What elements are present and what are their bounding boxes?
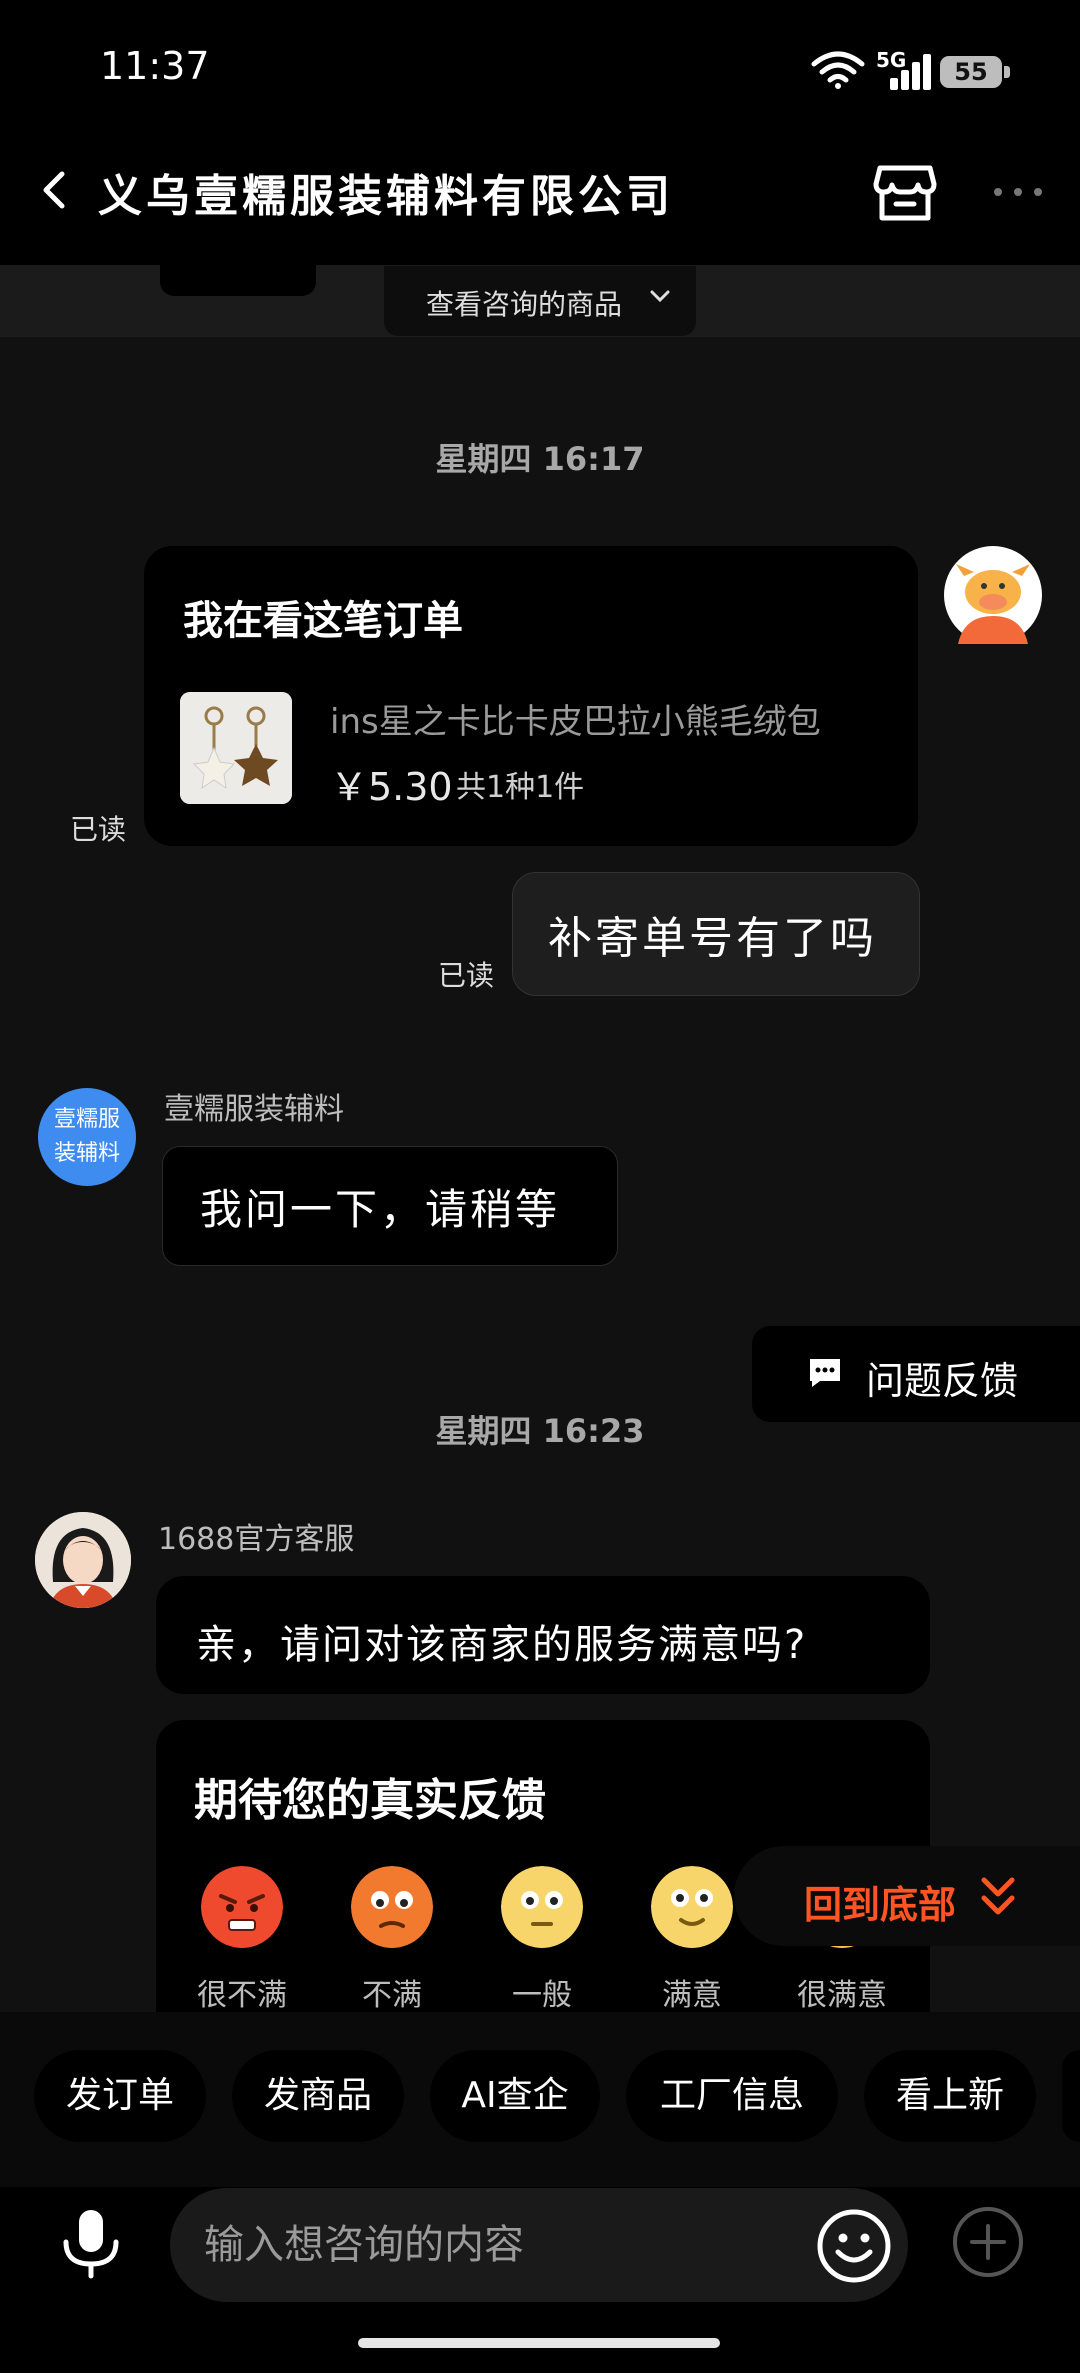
more-icon[interactable]: [992, 182, 1044, 202]
satisfied-emoji-icon[interactable]: [651, 1866, 733, 1948]
collapsed-product-preview: [160, 256, 316, 296]
home-indicator[interactable]: [358, 2338, 720, 2348]
product-name: ins星之卡比卡皮巴拉小熊毛绒包: [330, 702, 821, 742]
chat-title: 义乌壹糯服装辅料有限公司: [98, 171, 674, 222]
sender-name: 壹糯服装辅料: [164, 1092, 344, 1127]
very-dissatisfied-emoji-icon[interactable]: [201, 1866, 283, 1948]
product-image: [180, 692, 292, 804]
rating-label: 不满: [362, 1978, 422, 2013]
double-chevron-down-icon: [981, 1877, 1015, 1915]
message-icon: [810, 1359, 840, 1387]
cs-avatar[interactable]: [35, 1512, 131, 1608]
seller-avatar[interactable]: 壹糯服 装辅料: [38, 1088, 136, 1186]
message-text: 亲，请问对该商家的服务满意吗?: [196, 1622, 808, 1668]
status-time: 11:37: [100, 44, 210, 88]
chevron-down-icon: [650, 290, 670, 303]
seller-avatar-line1: 壹糯服: [53, 1107, 120, 1132]
view-new-arrivals-button[interactable]: 看上新: [864, 2050, 1036, 2142]
read-receipt: 已读: [438, 959, 495, 992]
rating-label: 很不满: [197, 1978, 287, 2013]
feedback-label: 问题反馈: [866, 1359, 1019, 1403]
battery-icon: 55: [940, 56, 1002, 88]
ai-company-check-button[interactable]: AI查企: [430, 2050, 600, 2142]
order-card-title: 我在看这笔订单: [183, 598, 463, 644]
microphone-icon[interactable]: [56, 2206, 126, 2282]
rating-label: 很满意: [797, 1978, 887, 2013]
rating-label: 满意: [662, 1978, 722, 2013]
scroll-to-bottom-label: 回到底部: [804, 1883, 957, 1927]
product-count: 共1种1件: [456, 770, 585, 805]
read-receipt: 已读: [70, 813, 127, 846]
user-avatar[interactable]: [944, 546, 1042, 644]
wifi-icon: [811, 51, 865, 89]
add-icon[interactable]: [952, 2206, 1024, 2278]
message-input[interactable]: [170, 2188, 908, 2302]
more-actions-chip[interactable]: [1062, 2050, 1080, 2142]
neutral-emoji-icon[interactable]: [501, 1866, 583, 1948]
message-text: 补寄单号有了吗: [548, 913, 877, 964]
product-thumbnail[interactable]: [180, 692, 292, 804]
consult-label: 查看咨询的商品: [426, 288, 623, 321]
seller-avatar-line2: 装辅料: [53, 1141, 120, 1166]
send-order-button[interactable]: 发订单: [34, 2050, 206, 2142]
rating-label: 一般: [512, 1978, 572, 2013]
dissatisfied-emoji-icon[interactable]: [351, 1866, 433, 1948]
cs-avatar-image: [35, 1512, 131, 1608]
message-timestamp: 星期四 16:23: [435, 1412, 645, 1450]
message-text: 我问一下，请稍等: [200, 1185, 561, 1234]
factory-info-button[interactable]: 工厂信息: [626, 2050, 838, 2142]
battery-tip: [1004, 66, 1010, 78]
sender-name: 1688官方客服: [158, 1522, 355, 1557]
store-icon[interactable]: [872, 160, 938, 226]
message-timestamp: 星期四 16:17: [435, 440, 645, 478]
survey-title: 期待您的真实反馈: [194, 1775, 546, 1826]
signal-icon: [890, 54, 931, 90]
emoji-icon[interactable]: [816, 2208, 892, 2284]
send-product-button[interactable]: 发商品: [232, 2050, 404, 2142]
back-arrow-icon[interactable]: [30, 160, 80, 220]
product-price: ￥5.30: [330, 765, 453, 809]
